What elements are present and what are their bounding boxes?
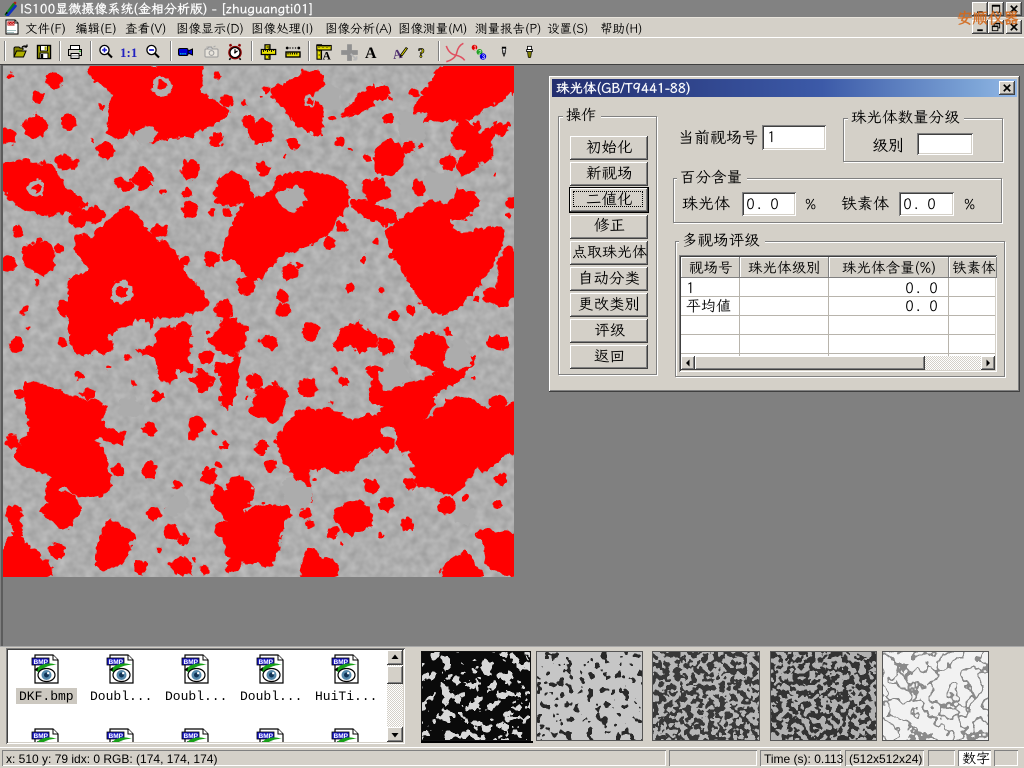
svg-text:1:1: 1:1: [120, 45, 137, 60]
svg-text:A: A: [365, 45, 377, 60]
svg-text:?: ?: [418, 45, 425, 60]
svg-text:A: A: [323, 51, 332, 61]
svg-text:DOC: DOC: [8, 22, 16, 26]
